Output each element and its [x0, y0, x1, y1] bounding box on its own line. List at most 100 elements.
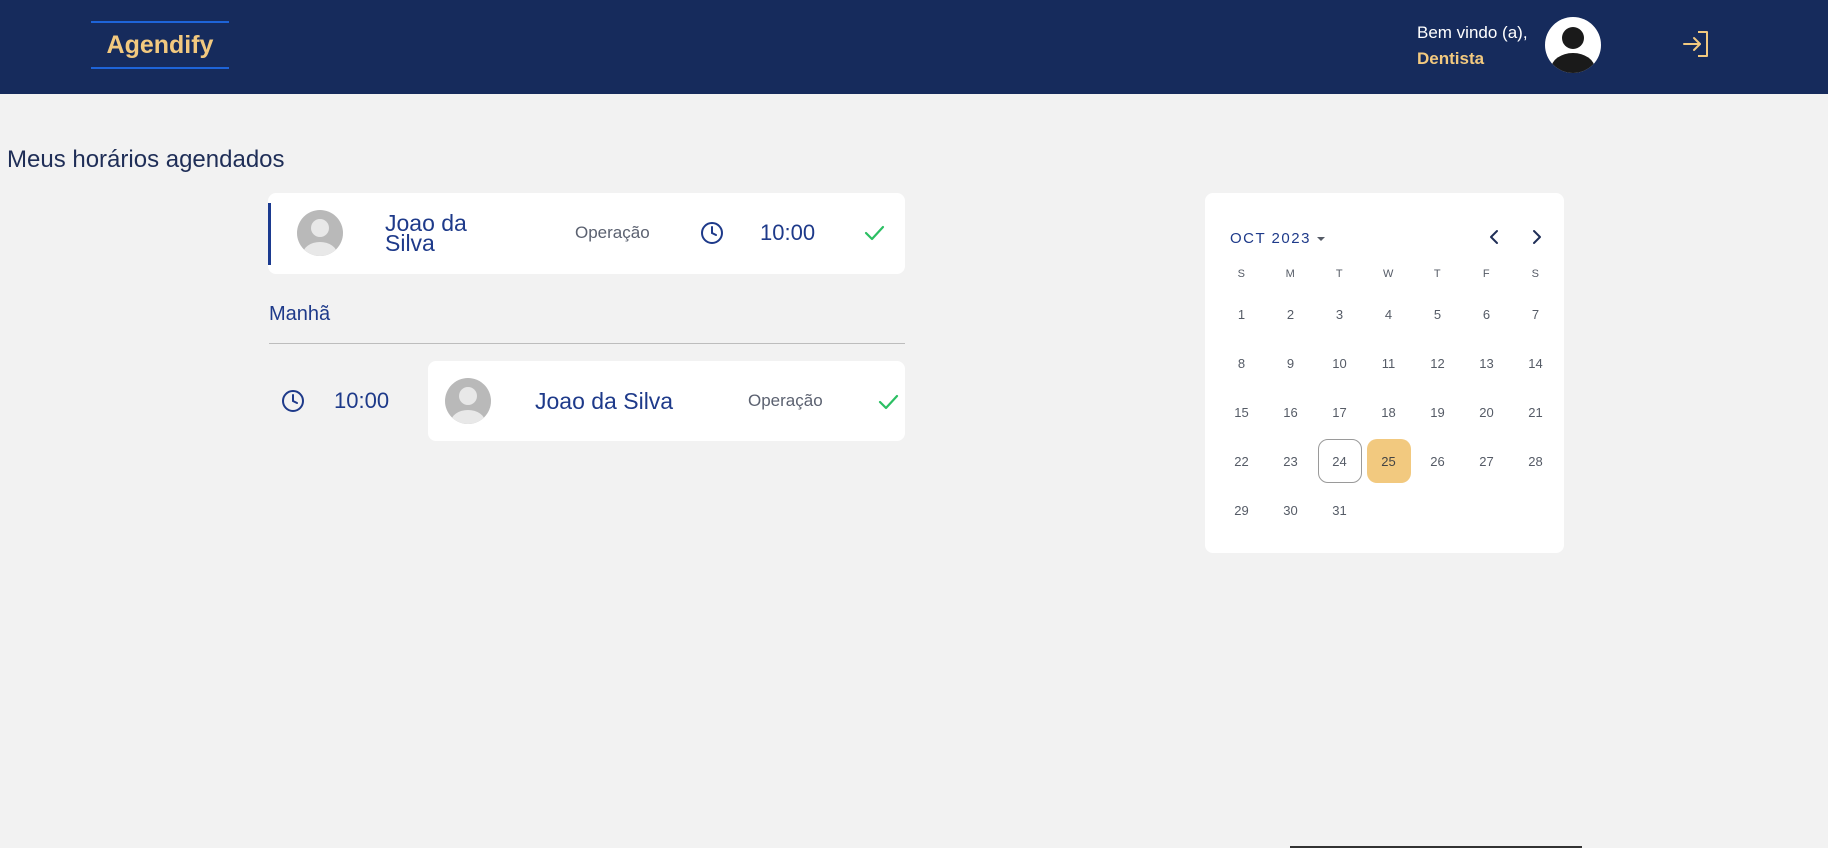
calendar-day[interactable]: 26	[1413, 438, 1462, 484]
check-icon[interactable]	[862, 221, 886, 250]
calendar-day[interactable]: 1	[1217, 291, 1266, 337]
calendar-day-label: 13	[1479, 355, 1494, 371]
calendar-day[interactable]: 19	[1413, 389, 1462, 435]
calendar-day-label: 28	[1528, 453, 1543, 469]
calendar-day[interactable]: 6	[1462, 291, 1511, 337]
weekday-header: T	[1433, 268, 1442, 280]
calendar-day[interactable]: 17	[1315, 389, 1364, 435]
calendar-day-label: 19	[1430, 404, 1445, 420]
next-month-button[interactable]	[1525, 226, 1547, 248]
month-label: OCT 2023	[1230, 230, 1311, 247]
calendar-day-selected[interactable]: 25	[1364, 438, 1413, 484]
next-appointment-card[interactable]: Joao da Silva Operação 10:00	[268, 193, 905, 274]
calendar-day-label: 7	[1531, 306, 1540, 322]
month-selector[interactable]: OCT 2023	[1230, 230, 1327, 247]
schedule-appointment-card[interactable]: Joao da Silva Operação	[428, 361, 905, 441]
calendar-day-label: 27	[1479, 453, 1494, 469]
calendar-day-today[interactable]: 24	[1315, 438, 1364, 484]
calendar-day-label: 4	[1384, 306, 1393, 322]
calendar-day-label: 31	[1332, 502, 1347, 518]
app-logo[interactable]: Agendify	[91, 21, 229, 69]
calendar-day-label: 23	[1283, 453, 1298, 469]
calendar-day[interactable]: 22	[1217, 438, 1266, 484]
calendar-day[interactable]: 2	[1266, 291, 1315, 337]
patient-name: Joao da Silva	[535, 388, 674, 414]
calendar-day[interactable]: 31	[1315, 487, 1364, 533]
calendar-day-label: 15	[1234, 404, 1249, 420]
calendar-day[interactable]: 21	[1511, 389, 1560, 435]
calendar-day[interactable]: 9	[1266, 340, 1315, 386]
calendar-day[interactable]: 8	[1217, 340, 1266, 386]
calendar-day-label: 29	[1234, 502, 1249, 518]
calendar-day-label: 17	[1332, 404, 1347, 420]
user-avatar-icon	[451, 387, 485, 424]
calendar-day[interactable]: 28	[1511, 438, 1560, 484]
logout-icon	[1683, 31, 1708, 57]
weekday-header: W	[1383, 268, 1394, 280]
calendar-day-label: 14	[1528, 355, 1543, 371]
calendar-day[interactable]: 7	[1511, 291, 1560, 337]
calendar-day-label: 1	[1237, 306, 1246, 322]
weekday-header: M	[1285, 268, 1296, 280]
calendar-day[interactable]: 10	[1315, 340, 1364, 386]
calendar-day-label: 22	[1234, 453, 1249, 469]
schedule-time: 10:00	[334, 388, 390, 413]
calendar-day-label: 21	[1528, 404, 1543, 420]
calendar-day[interactable]: 15	[1217, 389, 1266, 435]
calendar-day[interactable]: 30	[1266, 487, 1315, 533]
calendar-day-label: 12	[1430, 355, 1445, 371]
previous-month-button[interactable]	[1484, 226, 1506, 248]
clock-icon	[700, 221, 724, 250]
calendar-day-label: 18	[1381, 404, 1396, 420]
calendar-day[interactable]: 11	[1364, 340, 1413, 386]
welcome-block: Bem vindo (a), Dentista	[1417, 20, 1528, 72]
calendar-day-label: 6	[1482, 306, 1491, 322]
calendar-day[interactable]: 5	[1413, 291, 1462, 337]
calendar: OCT 2023 S M T W T F S 1 2 3 4 5 6 7 8 9 10 11 12 13 14 15 16 1…	[1205, 193, 1564, 553]
calendar-day-label: 25	[1366, 439, 1411, 483]
calendar-day-label: 2	[1286, 306, 1295, 322]
weekday-header: T	[1335, 268, 1344, 280]
calendar-day-label: 3	[1335, 306, 1344, 322]
user-avatar[interactable]	[1545, 17, 1601, 73]
calendar-day-label: 24	[1317, 439, 1362, 483]
calendar-day-label: 11	[1381, 355, 1396, 371]
calendar-day[interactable]: 16	[1266, 389, 1315, 435]
calendar-day-label: 16	[1283, 404, 1298, 420]
calendar-day[interactable]: 29	[1217, 487, 1266, 533]
user-avatar-icon	[1551, 27, 1595, 73]
calendar-day-label: 8	[1237, 355, 1246, 371]
calendar-day[interactable]: 23	[1266, 438, 1315, 484]
calendar-day[interactable]: 27	[1462, 438, 1511, 484]
calendar-day[interactable]: 18	[1364, 389, 1413, 435]
calendar-day-label: 10	[1332, 355, 1347, 371]
calendar-day-label: 30	[1283, 502, 1298, 518]
procedure-label: Operação	[748, 391, 823, 410]
calendar-day[interactable]: 3	[1315, 291, 1364, 337]
user-avatar-icon	[303, 219, 337, 256]
calendar-day[interactable]: 13	[1462, 340, 1511, 386]
calendar-day-label: 5	[1433, 306, 1442, 322]
chevron-right-icon	[1533, 230, 1541, 244]
top-header: Agendify Bem vindo (a), Dentista	[0, 0, 1828, 94]
calendar-day-label: 20	[1479, 404, 1494, 420]
calendar-day-label: 26	[1430, 453, 1445, 469]
check-icon[interactable]	[876, 390, 900, 419]
procedure-label: Operação	[575, 223, 650, 242]
page-title: Meus horários agendados	[7, 146, 285, 173]
caret-down-icon	[1316, 236, 1325, 241]
user-role: Dentista	[1417, 49, 1485, 68]
patient-avatar	[445, 378, 491, 424]
calendar-day[interactable]: 4	[1364, 291, 1413, 337]
section-divider	[269, 343, 905, 344]
card-accent-bar	[268, 203, 271, 265]
appointment-time: 10:00	[760, 220, 816, 245]
calendar-day[interactable]: 12	[1413, 340, 1462, 386]
welcome-text: Bem vindo (a),	[1417, 23, 1528, 42]
logout-button[interactable]	[1680, 28, 1712, 60]
patient-avatar	[297, 210, 343, 256]
calendar-day[interactable]: 14	[1511, 340, 1560, 386]
calendar-day[interactable]: 20	[1462, 389, 1511, 435]
weekday-header: F	[1482, 268, 1491, 280]
patient-name: Joao da Silva	[385, 210, 467, 256]
